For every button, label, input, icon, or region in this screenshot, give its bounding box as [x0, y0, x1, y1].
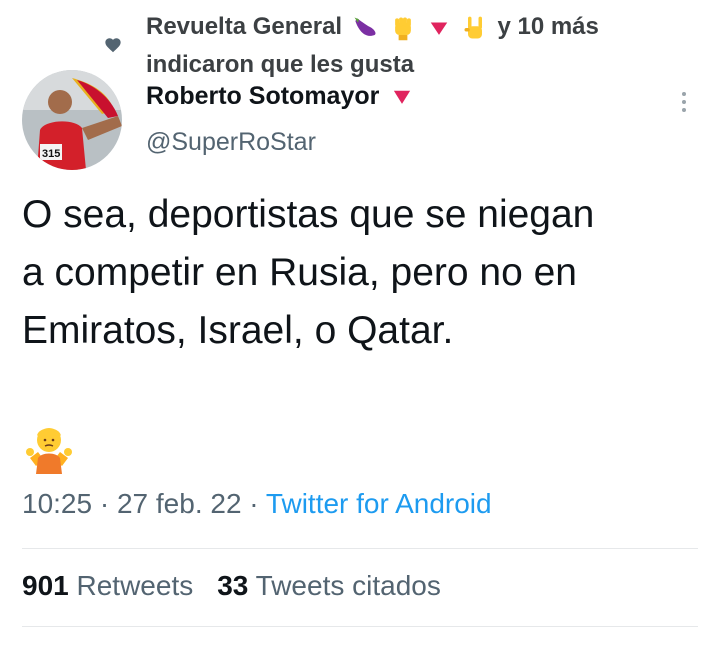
tweet-stats: 901 Retweets 33 Tweets citados	[22, 570, 441, 602]
rock-on-hand-icon	[464, 16, 482, 39]
author-name-text[interactable]: Roberto Sotomayor	[146, 82, 379, 110]
social-context-line2: indicaron que les gusta	[146, 51, 415, 78]
person-shrugging-icon	[26, 428, 72, 474]
social-context-line1: Revuelta General y 10 más	[146, 12, 599, 42]
avatar[interactable]: 315	[22, 70, 122, 170]
avatar-image: 315	[22, 70, 122, 170]
tweet-text-line: Emiratos, Israel, o Qatar.	[22, 309, 454, 352]
more-options-icon[interactable]	[676, 88, 692, 116]
raised-fist-icon	[395, 17, 412, 40]
quote-tweets-label: Tweets citados	[255, 570, 441, 601]
quote-tweets-count: 33	[217, 570, 249, 601]
red-triangle-icon	[430, 22, 448, 35]
likers-suffix[interactable]: y 10 más	[497, 13, 598, 40]
tweet-text: O sea, deportistas que se niegan a compe…	[22, 186, 712, 360]
tweet-text-line: O sea, deportistas que se niegan	[22, 193, 595, 236]
tweet-meta: 10:25 · 27 feb. 22 · Twitter for Android	[22, 488, 492, 520]
tweet-source-link[interactable]: Twitter for Android	[266, 488, 492, 519]
author-name[interactable]: Roberto Sotomayor	[146, 82, 412, 111]
tweet-text-line: a competir en Rusia, pero no en	[22, 251, 577, 294]
liker-name[interactable]: Revuelta General	[146, 13, 342, 40]
retweets-label: Retweets	[76, 570, 194, 601]
divider	[22, 626, 698, 627]
tweet-date[interactable]: 27 feb. 22	[117, 488, 242, 519]
meta-separator: ·	[241, 488, 266, 519]
quote-tweets-stat[interactable]: 33 Tweets citados	[217, 570, 441, 601]
meta-separator: ·	[92, 488, 117, 519]
eggplant-icon	[354, 17, 376, 36]
author-handle[interactable]: @SuperRoStar	[146, 128, 316, 157]
avatar-bib-number: 315	[42, 148, 60, 160]
tweet-time[interactable]: 10:25	[22, 488, 92, 519]
red-triangle-icon	[394, 91, 411, 105]
divider	[22, 548, 698, 549]
heart-icon	[105, 38, 121, 53]
retweets-stat[interactable]: 901 Retweets	[22, 570, 193, 601]
retweets-count: 901	[22, 570, 69, 601]
